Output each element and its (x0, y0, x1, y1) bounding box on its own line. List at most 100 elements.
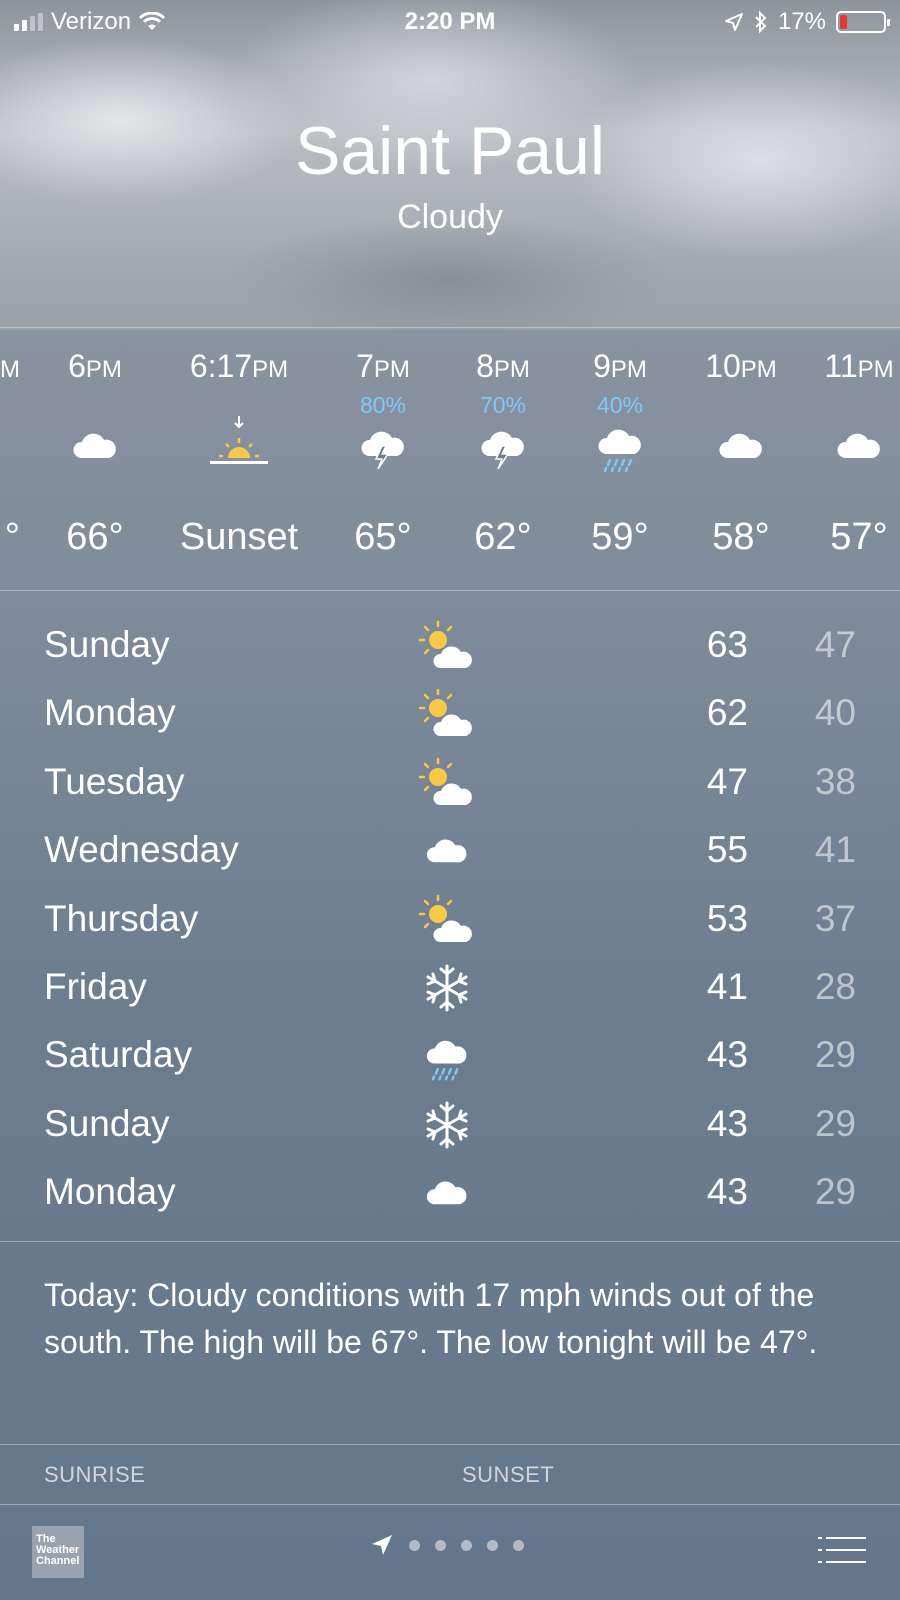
rain-icon (590, 416, 650, 476)
day-high: 43 (706, 1102, 748, 1144)
sunset-label: SUNSET (462, 1462, 555, 1487)
hour-temp: 65° (354, 516, 412, 558)
cloud-icon (65, 416, 125, 476)
page-dot[interactable] (487, 1539, 498, 1551)
hour-time-suffix: PM (85, 356, 122, 383)
location-arrow-icon (724, 13, 743, 31)
hour-time: 8PM (438, 348, 568, 385)
hourly-forecast[interactable]: M ° 6PM 66° 6:17PM Sunset 7PM 80% 65° 8PM 70% 62°… (0, 328, 900, 590)
hour-time-suffix: PM (857, 356, 894, 383)
hour-time-suffix: PM (252, 356, 289, 383)
daily-row: Monday 43 29 (0, 1159, 900, 1229)
location-arrow-icon (372, 1535, 392, 1555)
city-list-icon[interactable] (818, 1535, 866, 1565)
precip-chance: 80% (359, 392, 407, 418)
footer-toolbar: The Weather Channel (0, 1505, 900, 1600)
hour-time-value: 10 (705, 348, 741, 384)
hour-temp: 62° (474, 516, 532, 558)
hour-time-value: 6 (68, 348, 86, 384)
day-low: 47 (814, 624, 856, 665)
partly-cloudy-icon (416, 892, 478, 948)
day-name: Sunday (44, 624, 170, 665)
partly-cloudy-icon (416, 618, 478, 674)
divider (0, 1444, 900, 1445)
status-right: 17% (724, 8, 890, 36)
cloud-icon (416, 1165, 478, 1221)
day-low: 28 (814, 966, 856, 1007)
day-name: Saturday (44, 1034, 193, 1076)
battery-percent: 17% (777, 8, 826, 35)
hour-time: 7PM (318, 348, 448, 385)
hour-time: 6PM (30, 348, 160, 385)
hour-time-value: 9 (593, 348, 611, 384)
thunderstorm-icon (353, 416, 413, 476)
daily-row: Saturday 43 29 (0, 1022, 900, 1092)
day-low: 29 (814, 1171, 856, 1213)
day-name: Friday (44, 966, 147, 1007)
page-dot[interactable] (435, 1539, 446, 1551)
city-name: Saint Paul (295, 113, 605, 189)
day-name: Tuesday (44, 760, 185, 802)
weather-channel-logo[interactable]: The Weather Channel (32, 1526, 84, 1578)
day-high: 43 (706, 1034, 748, 1076)
status-bar: Verizon 2:20 PM 17% (0, 0, 900, 46)
weather-channel-logo-text: The Weather Channel (36, 1533, 80, 1567)
precip-chance: 40% (596, 392, 644, 418)
page-dots (409, 1539, 524, 1551)
day-name: Thursday (44, 897, 199, 939)
hour-time-value: 8 (476, 348, 494, 384)
partly-cloudy-icon (416, 755, 478, 811)
day-high: 53 (706, 897, 748, 939)
cloud-icon (711, 416, 771, 476)
day-name: Wednesday (44, 829, 239, 871)
page-dot[interactable] (461, 1539, 472, 1551)
daily-row: Sunday 63 47 (0, 612, 900, 682)
day-name: Sunday (44, 1102, 170, 1144)
day-high: 55 (706, 829, 748, 871)
daily-row: Monday 62 40 (0, 680, 900, 750)
daily-row: Sunday 43 29 (0, 1091, 900, 1161)
day-low: 41 (814, 829, 856, 871)
page-dot[interactable] (513, 1539, 524, 1551)
current-condition: Cloudy (397, 198, 503, 236)
hour-time-suffix: PM (740, 356, 777, 383)
divider (0, 1241, 900, 1242)
hour-temp: 58° (712, 516, 770, 558)
sunrise-label: SUNRISE (44, 1462, 146, 1487)
day-high: 62 (706, 692, 748, 734)
day-low: 38 (814, 760, 856, 802)
thunderstorm-icon (473, 416, 533, 476)
hour-time: 10PM (676, 348, 806, 385)
hour-time-value: 6:17 (189, 348, 253, 384)
page-dot[interactable] (409, 1539, 420, 1551)
daily-row: Friday 41 28 (0, 954, 900, 1024)
precip-chance: 70% (479, 392, 527, 418)
snowflake-icon (416, 960, 478, 1016)
hour-time-suffix: PM (373, 356, 410, 383)
hour-time: 9PM (555, 348, 685, 385)
today-summary: Today: Cloudy conditions with 17 mph win… (44, 1277, 818, 1360)
rain-icon (416, 1028, 478, 1084)
hour-time-suffix-clipped: M (0, 356, 20, 383)
day-high: 43 (706, 1171, 748, 1213)
hour-temp: 57° (830, 516, 888, 558)
hour-temp-clipped: ° (4, 516, 20, 558)
hour-temp: 66° (66, 516, 124, 558)
day-low: 37 (814, 897, 856, 939)
day-low: 29 (814, 1034, 856, 1076)
day-high: 47 (706, 760, 748, 802)
divider (0, 590, 900, 591)
sunset-icon (209, 416, 269, 476)
day-high: 41 (706, 966, 748, 1007)
hour-time: 11PM (794, 348, 900, 385)
partly-cloudy-icon (416, 686, 478, 742)
page-indicator[interactable] (370, 1533, 524, 1557)
day-low: 40 (814, 692, 856, 734)
cloud-icon (416, 823, 478, 879)
daily-row: Thursday 53 37 (0, 886, 900, 956)
cloud-icon (829, 416, 889, 476)
day-high: 63 (706, 624, 748, 665)
hour-temp: Sunset (179, 516, 299, 558)
day-low: 29 (814, 1102, 856, 1144)
hour-time-value: 11 (824, 348, 858, 384)
